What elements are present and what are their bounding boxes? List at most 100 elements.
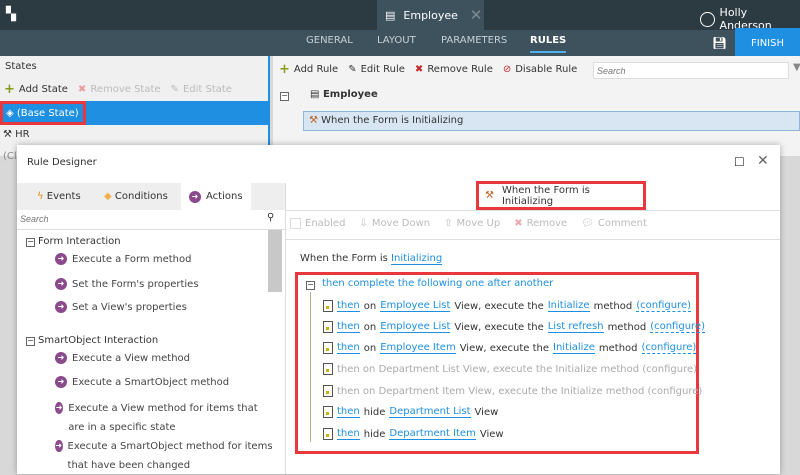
- edit-state-button[interactable]: ✎ Edit State: [171, 84, 232, 95]
- arrow-icon: ➜: [55, 402, 64, 414]
- remove-button[interactable]: ✖ Remove: [514, 218, 567, 229]
- configure-link[interactable]: (configure): [641, 342, 697, 354]
- label: Remove State: [90, 84, 161, 95]
- then-link[interactable]: then: [337, 406, 360, 418]
- tab-actions[interactable]: ➜ Actions: [181, 183, 251, 210]
- method-link[interactable]: Initialize: [547, 300, 590, 312]
- view-icon: [323, 342, 333, 354]
- plus-icon: +: [4, 82, 15, 97]
- comment-button[interactable]: 💬︎ Comment: [581, 218, 647, 229]
- document-tab[interactable]: ▤ Employee ✕: [377, 0, 484, 30]
- arrow-icon: ➜: [55, 352, 67, 364]
- action-row: then on Employee Item View, execute the Init…: [323, 339, 697, 357]
- view-link[interactable]: Employee List: [380, 300, 451, 312]
- event-link[interactable]: Initializing: [391, 253, 443, 265]
- action-row: then on Employee List View, execute the Init…: [323, 297, 692, 315]
- action-item[interactable]: ➜ Set the Form's properties: [55, 278, 199, 290]
- configure-link[interactable]: (configure): [650, 321, 705, 333]
- group-smartobject-interaction: SmartObject Interaction: [38, 335, 159, 346]
- apps-icon[interactable]: ▚: [6, 8, 20, 22]
- edit-rule-button[interactable]: ✎ Edit Rule: [348, 64, 405, 75]
- remove-rule-button[interactable]: ✖ Remove Rule: [415, 64, 493, 75]
- label: Actions: [206, 191, 243, 202]
- method-link[interactable]: Initialize: [553, 342, 595, 354]
- then-link[interactable]: then: [337, 342, 360, 354]
- view-link[interactable]: Department List: [389, 406, 471, 418]
- action-row: then hide Department Item View: [323, 425, 504, 443]
- document-title: Employee: [403, 8, 458, 22]
- add-state-button[interactable]: + Add State: [4, 82, 68, 97]
- action-item[interactable]: ➜ Execute a SmartObject method: [55, 376, 229, 388]
- action-item[interactable]: ➜ Execute a View method: [55, 352, 190, 364]
- tab-parameters[interactable]: PARAMETERS: [441, 30, 507, 56]
- tab-conditions[interactable]: ◆ Conditions: [104, 191, 168, 202]
- action-item[interactable]: ➜ Set a View's properties: [55, 301, 187, 313]
- text: When the Form is: [300, 253, 388, 264]
- configure-link[interactable]: (configure): [636, 300, 692, 312]
- finish-button[interactable]: FINISH: [735, 28, 800, 58]
- form-icon: ▤: [310, 89, 320, 100]
- rules-search-input[interactable]: [593, 62, 789, 79]
- filter-icon[interactable]: ▼: [793, 62, 800, 73]
- add-rule-button[interactable]: + Add Rule: [279, 62, 338, 77]
- label: Move Up: [456, 218, 501, 229]
- text: View, execute the: [454, 300, 544, 312]
- then-link[interactable]: then: [337, 428, 360, 440]
- view-link[interactable]: Department Item: [389, 428, 476, 440]
- tab-general[interactable]: GENERAL: [306, 30, 353, 56]
- text: method: [607, 321, 647, 333]
- tab-rules[interactable]: RULES: [530, 33, 567, 53]
- state-item-base[interactable]: ◈ (Base State): [0, 101, 270, 125]
- tab-layout[interactable]: LAYOUT: [377, 30, 416, 56]
- action-row-disabled[interactable]: then on Department Item View, execute th…: [323, 382, 702, 400]
- label: Remove: [526, 218, 568, 229]
- arrow-icon: ➜: [55, 440, 63, 452]
- action-item[interactable]: ➜ Execute a SmartObject method for items …: [55, 437, 275, 475]
- label: Execute a Form method: [72, 253, 192, 265]
- text: hide: [363, 406, 386, 418]
- action-item[interactable]: ➜ Execute a Form method: [55, 253, 191, 265]
- then-link[interactable]: then: [337, 321, 360, 333]
- search-icon[interactable]: ⚲: [267, 212, 274, 223]
- method-link[interactable]: List refresh: [547, 321, 604, 333]
- disable-rule-button[interactable]: ⊘ Disable Rule: [503, 64, 577, 75]
- move-down-button[interactable]: ⇩ Move Down: [359, 218, 430, 229]
- rule-item[interactable]: ⚒ When the Form is Initializing: [303, 111, 800, 131]
- scrollbar[interactable]: [268, 230, 282, 292]
- form-node[interactable]: ▤ Employee: [310, 89, 378, 100]
- then-link[interactable]: then: [337, 300, 360, 312]
- maximize-icon[interactable]: ☐: [734, 155, 745, 169]
- view-link[interactable]: Employee List: [380, 321, 451, 333]
- label: Edit State: [182, 84, 232, 95]
- collapse-icon[interactable]: −: [280, 92, 289, 101]
- close-icon[interactable]: ✕: [470, 6, 483, 24]
- action-item[interactable]: ➜ Execute a View method for items that ar…: [55, 399, 275, 437]
- label: Edit Rule: [360, 64, 405, 75]
- text: View: [479, 428, 504, 440]
- label: Conditions: [114, 191, 168, 202]
- tab-events[interactable]: ϟ Events: [37, 191, 81, 202]
- actions-search-input[interactable]: [20, 211, 282, 227]
- text: View, execute the: [459, 342, 550, 354]
- arrow-icon: ➜: [189, 191, 201, 203]
- sequence-link[interactable]: then complete the following one after an…: [322, 278, 553, 289]
- move-up-button[interactable]: ⇧ Move Up: [444, 218, 500, 229]
- close-icon[interactable]: ✕: [757, 153, 769, 169]
- collapse-icon[interactable]: −: [26, 337, 35, 346]
- collapse-icon[interactable]: −: [306, 281, 315, 290]
- view-icon: [323, 385, 333, 397]
- action-row-disabled[interactable]: then on Department List View, execute th…: [323, 360, 697, 378]
- remove-state-button[interactable]: ✖ Remove State: [78, 84, 161, 95]
- view-link[interactable]: Employee Item: [380, 342, 456, 354]
- action-row: then hide Department List View: [323, 403, 498, 421]
- state-item-hr[interactable]: ⚒ HR: [3, 129, 30, 140]
- view-icon: [323, 300, 333, 312]
- action-row: then on Employee List View, execute the List…: [323, 318, 705, 336]
- event-line: When the Form is Initializing: [300, 253, 443, 265]
- collapse-icon[interactable]: −: [26, 238, 35, 247]
- label: Add State: [18, 84, 68, 95]
- enabled-checkbox[interactable]: Enabled: [290, 218, 345, 229]
- label: Set the Form's properties: [72, 278, 199, 290]
- save-icon[interactable]: 💾︎: [712, 36, 727, 50]
- text: then on Department Item View, execute th…: [337, 385, 703, 397]
